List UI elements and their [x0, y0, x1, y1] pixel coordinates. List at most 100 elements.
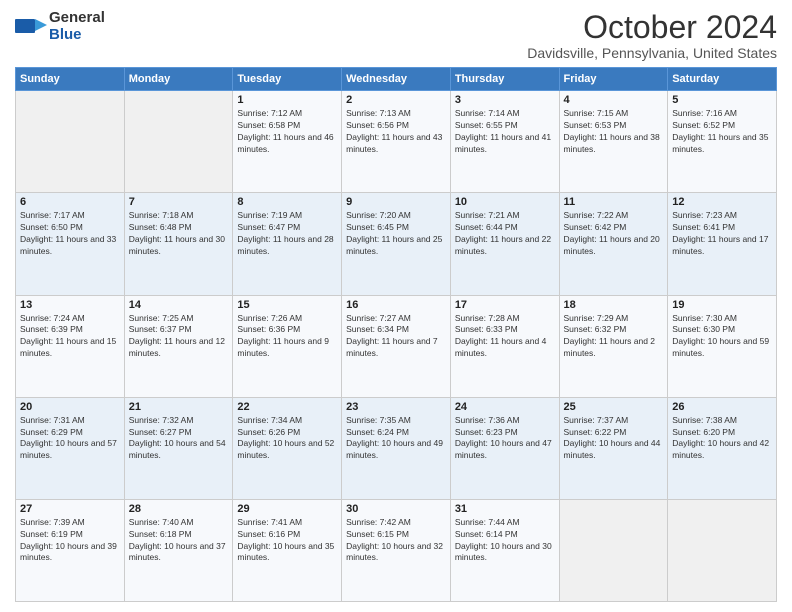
cell-0-5: 4 Sunrise: 7:15 AMSunset: 6:53 PMDaylight…	[559, 91, 668, 193]
cell-0-3: 2 Sunrise: 7:13 AMSunset: 6:56 PMDaylight…	[342, 91, 451, 193]
day-info: Sunrise: 7:28 AMSunset: 6:33 PMDaylight:…	[455, 313, 547, 359]
cell-3-5: 25 Sunrise: 7:37 AMSunset: 6:22 PMDayligh…	[559, 397, 668, 499]
day-info: Sunrise: 7:24 AMSunset: 6:39 PMDaylight:…	[20, 313, 116, 359]
cell-1-1: 7Sunrise: 7:18 AMSunset: 6:48 PMDaylight…	[124, 193, 233, 295]
cell-1-5: 11 Sunrise: 7:22 AMSunset: 6:42 PMDayligh…	[559, 193, 668, 295]
col-thursday: Thursday	[450, 68, 559, 91]
day-number: 21	[129, 401, 229, 413]
cell-2-4: 17 Sunrise: 7:28 AMSunset: 6:33 PMDayligh…	[450, 295, 559, 397]
day-number: 17	[455, 299, 555, 311]
cell-1-3: 9Sunrise: 7:20 AMSunset: 6:45 PMDaylight…	[342, 193, 451, 295]
day-number: 2	[346, 94, 446, 106]
day-number: 28	[129, 503, 229, 515]
day-number: 12	[672, 196, 772, 208]
day-number: 11	[564, 196, 664, 208]
day-info: Sunrise: 7:26 AMSunset: 6:36 PMDaylight:…	[237, 313, 329, 359]
cell-0-1	[124, 91, 233, 193]
location: Davidsville, Pennsylvania, United States	[527, 45, 777, 61]
day-number: 13	[20, 299, 120, 311]
day-info: Sunrise: 7:36 AMSunset: 6:23 PMDaylight:…	[455, 415, 552, 461]
day-number: 5	[672, 94, 772, 106]
day-info: Sunrise: 7:19 AMSunset: 6:47 PMDaylight:…	[237, 210, 333, 256]
day-info: Sunrise: 7:41 AMSunset: 6:16 PMDaylight:…	[237, 517, 334, 563]
col-wednesday: Wednesday	[342, 68, 451, 91]
day-number: 1	[237, 94, 337, 106]
cell-4-1: 28 Sunrise: 7:40 AMSunset: 6:18 PMDayligh…	[124, 499, 233, 601]
week-row-1: 6 Sunrise: 7:17 AMSunset: 6:50 PMDaylight…	[16, 193, 777, 295]
month-title: October 2024	[527, 10, 777, 45]
cell-0-2: 1 Sunrise: 7:12 AMSunset: 6:58 PMDaylight…	[233, 91, 342, 193]
page: General Blue October 2024 Davidsville, P…	[0, 0, 792, 612]
day-number: 15	[237, 299, 337, 311]
day-info: Sunrise: 7:37 AMSunset: 6:22 PMDaylight:…	[564, 415, 661, 461]
col-friday: Friday	[559, 68, 668, 91]
header-row: Sunday Monday Tuesday Wednesday Thursday…	[16, 68, 777, 91]
cell-3-2: 22 Sunrise: 7:34 AMSunset: 6:26 PMDayligh…	[233, 397, 342, 499]
cell-2-5: 18Sunrise: 7:29 AMSunset: 6:32 PMDayligh…	[559, 295, 668, 397]
day-info: Sunrise: 7:31 AMSunset: 6:29 PMDaylight:…	[20, 415, 117, 461]
calendar-table: Sunday Monday Tuesday Wednesday Thursday…	[15, 67, 777, 602]
day-info: Sunrise: 7:27 AMSunset: 6:34 PMDaylight:…	[346, 313, 438, 359]
day-info: Sunrise: 7:40 AMSunset: 6:18 PMDaylight:…	[129, 517, 226, 563]
cell-4-5	[559, 499, 668, 601]
title-block: October 2024 Davidsville, Pennsylvania, …	[527, 10, 777, 61]
day-info: Sunrise: 7:21 AMSunset: 6:44 PMDaylight:…	[455, 210, 551, 256]
week-row-0: 1 Sunrise: 7:12 AMSunset: 6:58 PMDaylight…	[16, 91, 777, 193]
day-number: 3	[455, 94, 555, 106]
cell-4-2: 29 Sunrise: 7:41 AMSunset: 6:16 PMDayligh…	[233, 499, 342, 601]
day-info: Sunrise: 7:16 AMSunset: 6:52 PMDaylight:…	[672, 108, 768, 154]
cell-2-2: 15 Sunrise: 7:26 AMSunset: 6:36 PMDayligh…	[233, 295, 342, 397]
cell-0-6: 5 Sunrise: 7:16 AMSunset: 6:52 PMDaylight…	[668, 91, 777, 193]
cell-0-4: 3 Sunrise: 7:14 AMSunset: 6:55 PMDaylight…	[450, 91, 559, 193]
day-info: Sunrise: 7:25 AMSunset: 6:37 PMDaylight:…	[129, 313, 225, 359]
day-number: 26	[672, 401, 772, 413]
logo-general: General	[49, 9, 105, 26]
day-info: Sunrise: 7:42 AMSunset: 6:15 PMDaylight:…	[346, 517, 443, 563]
day-number: 30	[346, 503, 446, 515]
col-monday: Monday	[124, 68, 233, 91]
day-number: 23	[346, 401, 446, 413]
day-number: 22	[237, 401, 337, 413]
day-info: Sunrise: 7:23 AMSunset: 6:41 PMDaylight:…	[672, 210, 768, 256]
day-info: Sunrise: 7:35 AMSunset: 6:24 PMDaylight:…	[346, 415, 443, 461]
logo-icon	[15, 11, 47, 43]
day-number: 4	[564, 94, 664, 106]
col-tuesday: Tuesday	[233, 68, 342, 91]
day-number: 6	[20, 196, 120, 208]
cell-4-6	[668, 499, 777, 601]
cell-3-3: 23 Sunrise: 7:35 AMSunset: 6:24 PMDayligh…	[342, 397, 451, 499]
day-info: Sunrise: 7:29 AMSunset: 6:32 PMDaylight:…	[564, 313, 656, 359]
cell-3-4: 24 Sunrise: 7:36 AMSunset: 6:23 PMDayligh…	[450, 397, 559, 499]
day-info: Sunrise: 7:12 AMSunset: 6:58 PMDaylight:…	[237, 108, 333, 154]
day-info: Sunrise: 7:14 AMSunset: 6:55 PMDaylight:…	[455, 108, 551, 154]
day-info: Sunrise: 7:15 AMSunset: 6:53 PMDaylight:…	[564, 108, 660, 154]
day-info: Sunrise: 7:34 AMSunset: 6:26 PMDaylight:…	[237, 415, 334, 461]
day-info: Sunrise: 7:32 AMSunset: 6:27 PMDaylight:…	[129, 415, 226, 461]
day-number: 31	[455, 503, 555, 515]
day-number: 20	[20, 401, 120, 413]
day-info: Sunrise: 7:17 AMSunset: 6:50 PMDaylight:…	[20, 210, 116, 256]
cell-3-0: 20 Sunrise: 7:31 AMSunset: 6:29 PMDayligh…	[16, 397, 125, 499]
day-number: 29	[237, 503, 337, 515]
day-number: 16	[346, 299, 446, 311]
cell-2-3: 16 Sunrise: 7:27 AMSunset: 6:34 PMDayligh…	[342, 295, 451, 397]
day-number: 8	[237, 196, 337, 208]
cell-3-1: 21 Sunrise: 7:32 AMSunset: 6:27 PMDayligh…	[124, 397, 233, 499]
week-row-3: 20 Sunrise: 7:31 AMSunset: 6:29 PMDayligh…	[16, 397, 777, 499]
day-number: 24	[455, 401, 555, 413]
header: General Blue October 2024 Davidsville, P…	[15, 10, 777, 61]
day-info: Sunrise: 7:13 AMSunset: 6:56 PMDaylight:…	[346, 108, 442, 154]
week-row-4: 27Sunrise: 7:39 AMSunset: 6:19 PMDayligh…	[16, 499, 777, 601]
logo: General Blue	[15, 10, 105, 43]
calendar-body: 1 Sunrise: 7:12 AMSunset: 6:58 PMDaylight…	[16, 91, 777, 602]
week-row-2: 13 Sunrise: 7:24 AMSunset: 6:39 PMDayligh…	[16, 295, 777, 397]
day-number: 25	[564, 401, 664, 413]
cell-1-2: 8 Sunrise: 7:19 AMSunset: 6:47 PMDaylight…	[233, 193, 342, 295]
logo-blue: Blue	[49, 26, 82, 43]
day-number: 27	[20, 503, 120, 515]
cell-1-4: 10Sunrise: 7:21 AMSunset: 6:44 PMDayligh…	[450, 193, 559, 295]
cell-0-0	[16, 91, 125, 193]
day-number: 9	[346, 196, 446, 208]
cell-2-0: 13 Sunrise: 7:24 AMSunset: 6:39 PMDayligh…	[16, 295, 125, 397]
day-info: Sunrise: 7:22 AMSunset: 6:42 PMDaylight:…	[564, 210, 660, 256]
